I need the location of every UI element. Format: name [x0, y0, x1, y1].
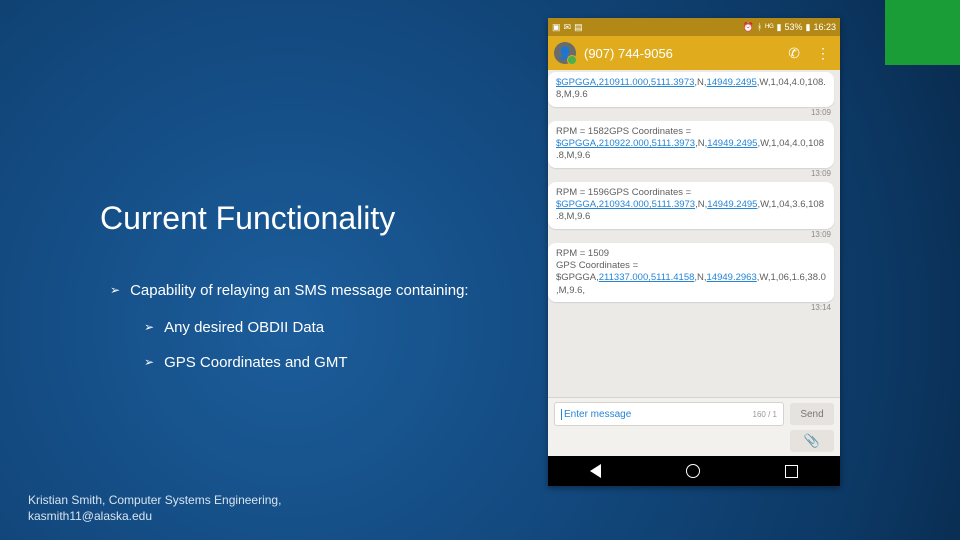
- recents-icon[interactable]: [785, 465, 798, 478]
- call-icon[interactable]: ✆: [784, 45, 804, 62]
- more-icon[interactable]: ⋮: [812, 45, 834, 62]
- clock-text: 16:23: [813, 22, 836, 32]
- chevron-icon: ➢: [110, 280, 120, 301]
- char-counter: 160 / 1: [753, 410, 777, 419]
- alarm-icon: ⏰: [743, 22, 754, 33]
- sub-bullet-2: ➢ GPS Coordinates and GMT: [144, 352, 510, 373]
- message-bubble[interactable]: RPM = 1582GPS Coordinates = $GPGGA,21092…: [548, 121, 834, 168]
- phone-screenshot: ▣ ✉ ▤ ⏰ ᚼ ᴴᴳ ▮ 53% ▮ 16:23 👤 (907) 744-9…: [548, 18, 840, 486]
- message-bubble[interactable]: RPM = 1596GPS Coordinates = $GPGGA,21093…: [548, 182, 834, 229]
- sub-bullet-list: ➢ Any desired OBDII Data ➢ GPS Coordinat…: [144, 317, 510, 373]
- footer-line2: kasmith11@alaska.edu: [28, 508, 281, 524]
- sub-bullet-2-text: GPS Coordinates and GMT: [164, 352, 347, 373]
- sub-bullet-1-text: Any desired OBDII Data: [164, 317, 324, 338]
- battery-icon: ▮: [806, 22, 811, 33]
- mail-icon: ✉: [564, 22, 572, 33]
- compose-placeholder: Enter message: [561, 409, 631, 420]
- message-time: 13:14: [811, 303, 831, 312]
- message-bubble[interactable]: $GPGGA,210911.000,5111.3973,N,14949.2495…: [548, 72, 834, 107]
- app-bar: 👤 (907) 744-9056 ✆ ⋮: [548, 36, 840, 70]
- battery-text: 53%: [785, 22, 803, 32]
- message-item: $GPGGA,210911.000,5111.3973,N,14949.2495…: [554, 72, 834, 117]
- message-list[interactable]: $GPGGA,210911.000,5111.3973,N,14949.2495…: [548, 70, 840, 397]
- account-icon: ▣: [552, 22, 561, 33]
- footer-line1: Kristian Smith, Computer Systems Enginee…: [28, 492, 281, 508]
- message-time: 13:09: [811, 230, 831, 239]
- status-bar: ▣ ✉ ▤ ⏰ ᚼ ᴴᴳ ▮ 53% ▮ 16:23: [548, 18, 840, 36]
- bluetooth-icon: ᚼ: [757, 22, 762, 32]
- chevron-icon: ➢: [144, 317, 154, 338]
- bullet-main: ➢ Capability of relaying an SMS message …: [110, 280, 510, 301]
- sub-bullet-1: ➢ Any desired OBDII Data: [144, 317, 510, 338]
- image-icon: ▤: [574, 22, 583, 33]
- message-item: RPM = 1582GPS Coordinates = $GPGGA,21092…: [554, 121, 834, 178]
- message-item: RPM = 1596GPS Coordinates = $GPGGA,21093…: [554, 182, 834, 239]
- network-icon: ᴴᴳ: [765, 22, 773, 32]
- message-time: 13:09: [811, 108, 831, 117]
- slide: Current Functionality ➢ Capability of re…: [0, 0, 960, 540]
- back-icon[interactable]: [590, 464, 601, 478]
- compose-area: Enter message 160 / 1 Send 📎: [548, 397, 840, 456]
- message-item: RPM = 1509 GPS Coordinates = $GPGGA,2113…: [554, 243, 834, 312]
- signal-icon: ▮: [777, 22, 782, 33]
- presence-dot: [567, 55, 577, 65]
- status-left-icons: ▣ ✉ ▤: [552, 22, 583, 33]
- accent-square: [885, 0, 960, 65]
- message-time: 13:09: [811, 169, 831, 178]
- bullet-main-text: Capability of relaying an SMS message co…: [130, 280, 469, 301]
- contact-number[interactable]: (907) 744-9056: [584, 46, 776, 61]
- footer: Kristian Smith, Computer Systems Enginee…: [28, 492, 281, 524]
- bullet-list: ➢ Capability of relaying an SMS message …: [110, 280, 510, 387]
- message-input[interactable]: Enter message 160 / 1: [554, 402, 784, 426]
- slide-title: Current Functionality: [100, 200, 395, 237]
- android-navbar: [548, 456, 840, 486]
- send-button[interactable]: Send: [790, 403, 834, 425]
- status-right-icons: ⏰ ᚼ ᴴᴳ ▮ 53% ▮ 16:23: [743, 22, 836, 33]
- attach-button[interactable]: 📎: [790, 430, 834, 452]
- chevron-icon: ➢: [144, 352, 154, 373]
- avatar[interactable]: 👤: [554, 42, 576, 64]
- paperclip-icon: 📎: [804, 433, 820, 449]
- message-bubble[interactable]: RPM = 1509 GPS Coordinates = $GPGGA,2113…: [548, 243, 834, 302]
- home-icon[interactable]: [686, 464, 700, 478]
